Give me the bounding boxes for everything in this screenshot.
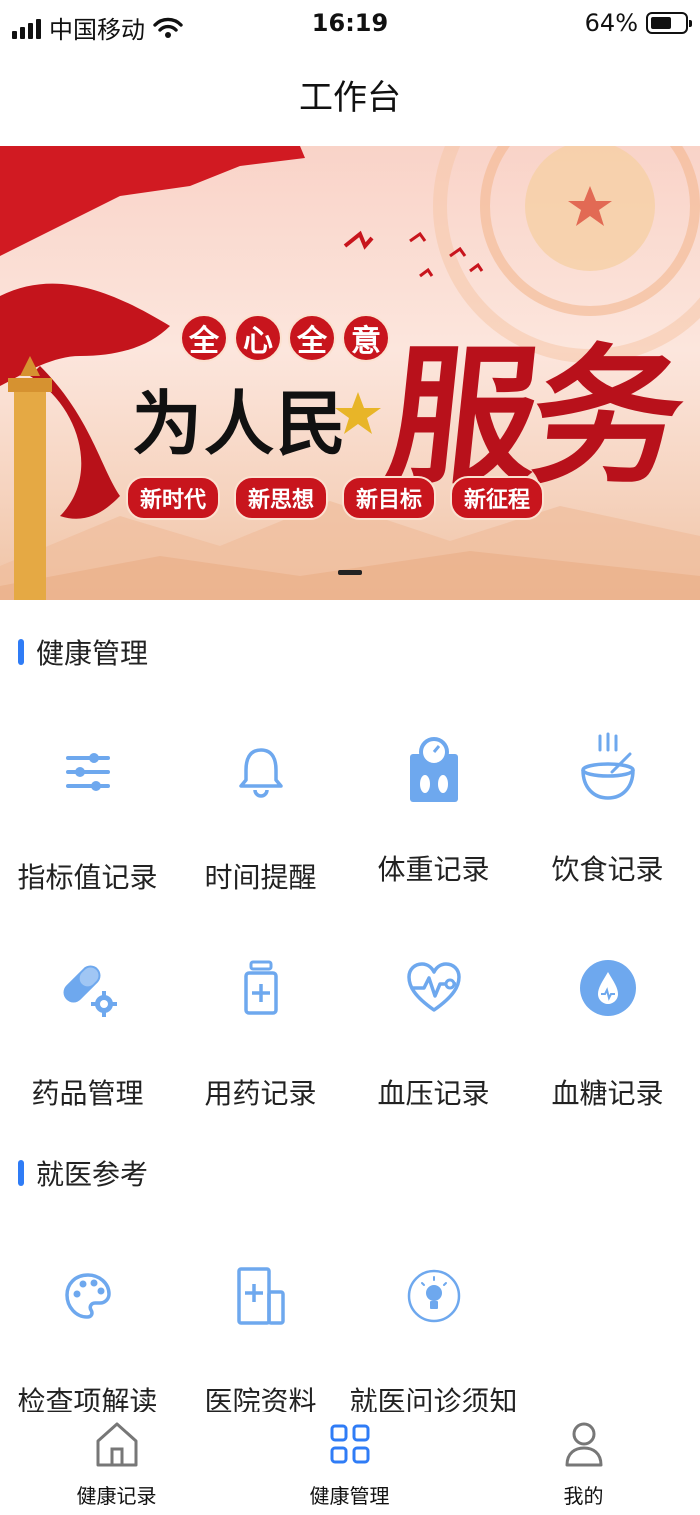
grid-item-drug-management[interactable]: 药品管理 [0,948,175,1112]
slogan-char: 全 [180,314,228,362]
weight-scale-icon [409,737,458,802]
slogan-top: 全 心 全 意 [180,314,390,362]
slogan-pill: 新目标 [342,476,437,520]
banner-carousel[interactable]: 全 心 全 意 为人民 服务 新时代 新思想 新目标 新征程 [0,146,700,600]
user-icon [565,1422,602,1467]
slogan-char: 心 [234,314,282,362]
tab-label: 我的 [563,1484,604,1508]
grid-item-visit-notice[interactable]: 就医问诊须知 [346,1256,521,1420]
grid-item-indicator-record[interactable]: 指标值记录 [0,732,175,896]
status-bar: 中国移动 16:19 64% [0,0,700,48]
battery-icon [646,12,692,34]
grid-item-exam-interpretation[interactable]: 检查项解读 [0,1256,175,1420]
grid-item-blood-sugar-record[interactable]: 血糖记录 [520,948,695,1112]
bottom-tab-bar: 健康记录 健康管理 我的 [0,1412,700,1515]
grid-item-label: 体重记录 [377,853,490,886]
grid-item-time-reminder[interactable]: 时间提醒 [173,732,348,896]
grid-item-hospital-info[interactable]: 医院资料 [173,1256,348,1420]
grid-item-blood-pressure-record[interactable]: 血压记录 [346,948,521,1112]
page-title: 工作台 [299,78,401,118]
slogan-pill: 新思想 [234,476,329,520]
medicine-bottle-icon [243,960,278,1015]
sliders-icon [65,753,110,791]
hospital-icon [236,1267,285,1325]
lightbulb-icon [407,1269,460,1323]
section-accent-bar [18,1160,24,1186]
heart-pulse-icon [406,962,461,1012]
grid-item-medication-record[interactable]: 用药记录 [173,948,348,1112]
slogan-main: 为人民 [132,383,348,465]
section-health-header: 健康管理 [18,632,148,672]
section-title: 健康管理 [36,637,149,670]
food-bowl-icon [580,732,635,800]
status-right: 64% [584,9,692,37]
slogan-pill: 新征程 [450,476,545,520]
section-medical-header: 就医参考 [18,1153,148,1193]
tab-health-record[interactable]: 健康记录 [0,1418,233,1509]
tab-health-management[interactable]: 健康管理 [233,1418,466,1509]
carousel-indicator[interactable] [338,570,362,575]
grid-icon [330,1424,369,1464]
section-title: 就医参考 [36,1158,149,1191]
tab-mine[interactable]: 我的 [467,1418,700,1509]
section-accent-bar [18,639,24,665]
slogan-pills: 新时代 新思想 新目标 新征程 [126,476,545,520]
blood-drop-icon [579,960,636,1016]
palette-icon [64,1273,111,1319]
home-icon [96,1422,137,1467]
grid-item-label: 血压记录 [377,1077,490,1110]
battery-percent: 64% [584,9,638,37]
bell-icon [238,748,283,798]
grid-item-diet-record[interactable]: 饮食记录 [520,728,695,888]
grid-item-label: 指标值记录 [17,861,158,894]
grid-item-label: 时间提醒 [204,861,317,894]
grid-item-label: 血糖记录 [551,1077,664,1110]
grid-item-weight-record[interactable]: 体重记录 [346,728,521,888]
pill-gear-icon [63,965,117,1017]
slogan-char: 全 [288,314,336,362]
grid-item-label: 饮食记录 [551,853,664,886]
slogan-pill: 新时代 [126,476,221,520]
grid-item-label: 药品管理 [31,1077,144,1110]
tab-label: 健康记录 [76,1484,157,1508]
grid-item-label: 用药记录 [204,1077,317,1110]
tab-label: 健康管理 [309,1484,390,1508]
slogan-char: 意 [342,314,390,362]
